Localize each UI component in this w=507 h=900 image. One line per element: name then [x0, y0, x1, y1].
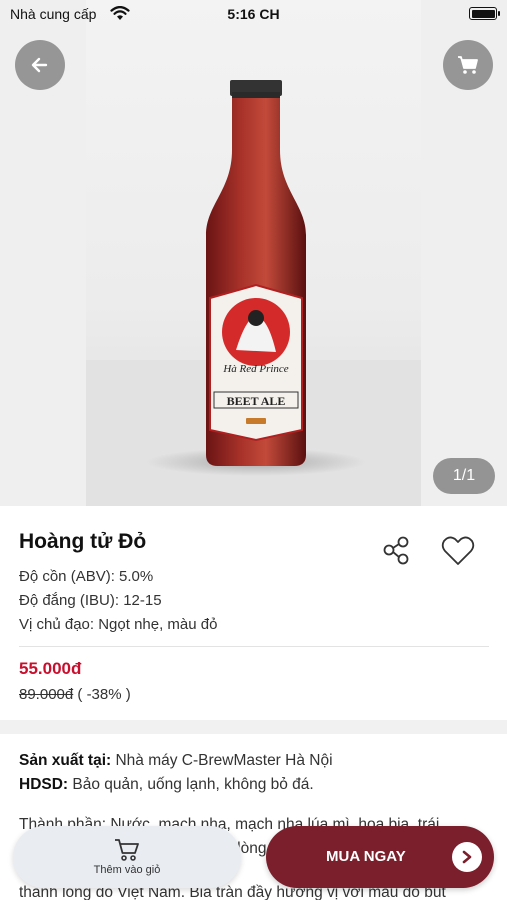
- favorite-button[interactable]: [440, 534, 476, 568]
- taste-attribute: Vị chủ đạo: Ngọt nhẹ, màu đỏ: [19, 616, 218, 633]
- cart-button[interactable]: [443, 40, 493, 90]
- origin-value: Nhà máy C-BrewMaster Hà Nội: [111, 752, 333, 769]
- buy-now-button[interactable]: MUA NGAY: [266, 826, 494, 888]
- share-icon: [383, 536, 409, 565]
- section-separator: [0, 720, 507, 734]
- ibu-attribute: Độ đắng (IBU): 12-15: [19, 592, 162, 609]
- usage-label: HDSD:: [19, 776, 69, 793]
- old-price-row: 89.000đ ( -38% ): [19, 686, 131, 703]
- image-counter: 1/1: [433, 458, 495, 494]
- buy-now-label: MUA NGAY: [326, 848, 406, 865]
- current-price: 55.000đ: [19, 659, 82, 678]
- cart-outline-icon: [115, 839, 139, 861]
- clock: 5:16 CH: [227, 6, 280, 22]
- back-button[interactable]: [15, 40, 65, 90]
- share-button[interactable]: [380, 534, 414, 568]
- heart-icon: [441, 536, 475, 565]
- origin-label: Sản xuất tại:: [19, 752, 112, 769]
- status-bar: Nhà cung cấp 5:16 CH: [0, 0, 507, 30]
- origin-line: Sản xuất tại: Nhà máy C-BrewMaster Hà Nộ…: [19, 752, 333, 770]
- beer-bottle-image: Hà Red Prince BEET ALE: [86, 80, 421, 506]
- chevron-right-icon: [452, 842, 482, 872]
- product-gallery[interactable]: Hà Red Prince BEET ALE 1/1: [0, 0, 507, 506]
- usage-value: Bảo quản, uống lạnh, không bỏ đá.: [68, 776, 314, 793]
- arrow-left-icon: [31, 57, 48, 73]
- bottle-label-text: BEET ALE: [227, 394, 286, 408]
- product-photo: Hà Red Prince BEET ALE: [86, 0, 421, 506]
- add-to-cart-button[interactable]: Thêm vào giỏ: [13, 826, 241, 888]
- old-price: 89.000đ: [19, 686, 74, 703]
- cart-icon: [458, 56, 478, 74]
- usage-line: HDSD: Bảo quản, uống lạnh, không bỏ đá.: [19, 776, 314, 794]
- battery-icon: [469, 7, 500, 20]
- bottle-label-script: Hà Red Prince: [222, 363, 288, 375]
- product-name: Hoàng tử Đỏ: [19, 530, 147, 553]
- add-to-cart-label: Thêm vào giỏ: [93, 864, 161, 876]
- divider: [19, 646, 489, 647]
- product-info: Hoàng tử Đỏ Độ cồn (ABV): 5.0% Độ đắng (…: [0, 506, 507, 720]
- discount-percent: ( -38% ): [73, 686, 131, 703]
- product-detail-screen: Hà Red Prince BEET ALE 1/1 Nhà cung cấp: [0, 0, 507, 900]
- abv-attribute: Độ cồn (ABV): 5.0%: [19, 568, 154, 585]
